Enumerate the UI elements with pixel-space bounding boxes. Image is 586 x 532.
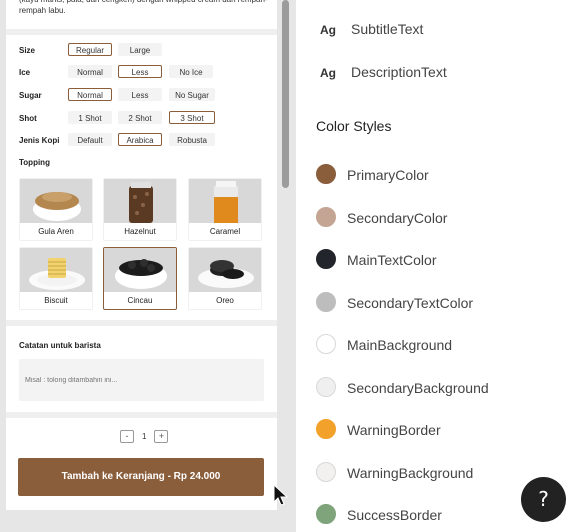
- color-style-name: SecondaryTextColor: [347, 294, 474, 311]
- color-swatch: [316, 164, 336, 184]
- color-style-name: PrimaryColor: [347, 167, 429, 183]
- topping-cincau[interactable]: Cincau: [103, 247, 177, 310]
- text-style-icon: Ag: [320, 23, 336, 37]
- mouse-cursor-icon: [273, 484, 289, 506]
- styles-panel: Ag SubtitleText Ag DescriptionText Color St…: [296, 0, 586, 532]
- caramel-jar-image: [189, 179, 261, 223]
- topping-gula-aren[interactable]: Gula Aren: [19, 178, 93, 241]
- product-description: (kayu manis, pala, dan cengkeh) dengan w…: [19, 0, 268, 15]
- option-chip-large[interactable]: Large: [118, 43, 162, 56]
- topping-biscuit[interactable]: Biscuit: [19, 247, 93, 310]
- hazelnut-jar-image: [104, 179, 176, 223]
- add-to-cart-button[interactable]: Tambah ke Keranjang - Rp 24.000: [18, 458, 264, 496]
- scrollbar-thumb[interactable]: [282, 0, 289, 188]
- color-style-name: SecondaryColor: [347, 209, 448, 226]
- option-label-jenis-kopi: Jenis Kopi: [19, 136, 60, 145]
- color-swatch: [316, 291, 336, 312]
- quantity-stepper: - 1 +: [120, 430, 169, 443]
- topping-label: Gula Aren: [38, 227, 74, 236]
- option-chip-no-sugar[interactable]: No Sugar: [169, 88, 215, 101]
- topping-oreo[interactable]: Oreo: [188, 247, 262, 310]
- option-label-shot: Shot: [19, 114, 37, 123]
- section-divider: [6, 412, 277, 418]
- option-chip-regular[interactable]: Regular: [68, 43, 112, 56]
- decrease-quantity-button[interactable]: -: [120, 430, 134, 443]
- color-swatch: [316, 206, 336, 227]
- topping-label: Biscuit: [44, 296, 68, 305]
- option-chip-2-shot[interactable]: 2 Shot: [118, 111, 162, 124]
- topping-label: Caramel: [209, 227, 241, 236]
- color-swatch: [316, 419, 336, 439]
- barista-notes-input[interactable]: [19, 359, 264, 401]
- option-chip-robusta[interactable]: Robusta: [169, 133, 215, 146]
- topping-label: Cincau: [127, 296, 153, 305]
- oreo-plate-image: [189, 248, 261, 292]
- increase-quantity-button[interactable]: +: [154, 430, 169, 443]
- topping-caramel[interactable]: Caramel: [188, 178, 262, 241]
- topping-label: Oreo: [216, 296, 234, 305]
- text-style-icon: Ag: [320, 66, 336, 80]
- color-styles-title: Color Styles: [316, 118, 392, 134]
- text-style-name: DescriptionText: [351, 64, 447, 80]
- option-label-size: Size: [19, 46, 36, 55]
- topping-hazelnut[interactable]: Hazelnut: [103, 178, 177, 241]
- option-chip-arabica[interactable]: Arabica: [118, 133, 162, 146]
- option-label-sugar: Sugar: [19, 91, 42, 100]
- palm-sugar-bowl-image: [20, 179, 92, 223]
- color-swatch: [316, 376, 336, 397]
- color-style-name: WarningBackground: [347, 464, 474, 481]
- option-label-ice: Ice: [19, 68, 31, 77]
- biscuit-plate-image: [20, 248, 92, 292]
- quantity-value: 1: [142, 432, 147, 441]
- option-chip-normal[interactable]: Normal: [68, 88, 112, 101]
- notes-title: Catatan untuk barista: [19, 341, 101, 350]
- cincau-bowl-image: [104, 248, 176, 292]
- option-chip-3-shot[interactable]: 3 Shot: [169, 111, 215, 124]
- color-swatch: [316, 461, 336, 482]
- section-divider: [6, 320, 277, 326]
- option-chip-less[interactable]: Less: [118, 65, 162, 78]
- color-style-name: SuccessBorder: [347, 507, 442, 523]
- option-chip-less[interactable]: Less: [118, 88, 162, 101]
- option-chip-no-ice[interactable]: No Ice: [169, 65, 213, 78]
- option-chip-default[interactable]: Default: [68, 133, 112, 146]
- text-style-row[interactable]: Ag SubtitleText: [320, 21, 423, 37]
- color-swatch: [316, 249, 336, 269]
- option-chip-normal[interactable]: Normal: [68, 65, 112, 78]
- color-style-name: MainTextColor: [347, 252, 437, 268]
- color-style-name: WarningBorder: [347, 422, 441, 438]
- color-style-name: SecondaryBackground: [347, 379, 489, 396]
- color-swatch: [316, 334, 336, 354]
- product-detail-screen: (kayu manis, pala, dan cengkeh) dengan w…: [6, 0, 277, 510]
- color-swatch: [316, 504, 336, 524]
- topping-label: Hazelnut: [124, 227, 156, 236]
- option-chip-1-shot[interactable]: 1 Shot: [68, 111, 112, 124]
- text-style-name: SubtitleText: [351, 21, 424, 37]
- text-style-row[interactable]: Ag DescriptionText: [320, 64, 447, 80]
- color-style-name: MainBackground: [347, 337, 453, 353]
- help-button[interactable]: ?: [521, 477, 566, 522]
- section-divider: [6, 29, 277, 35]
- topping-title: Topping: [19, 158, 50, 167]
